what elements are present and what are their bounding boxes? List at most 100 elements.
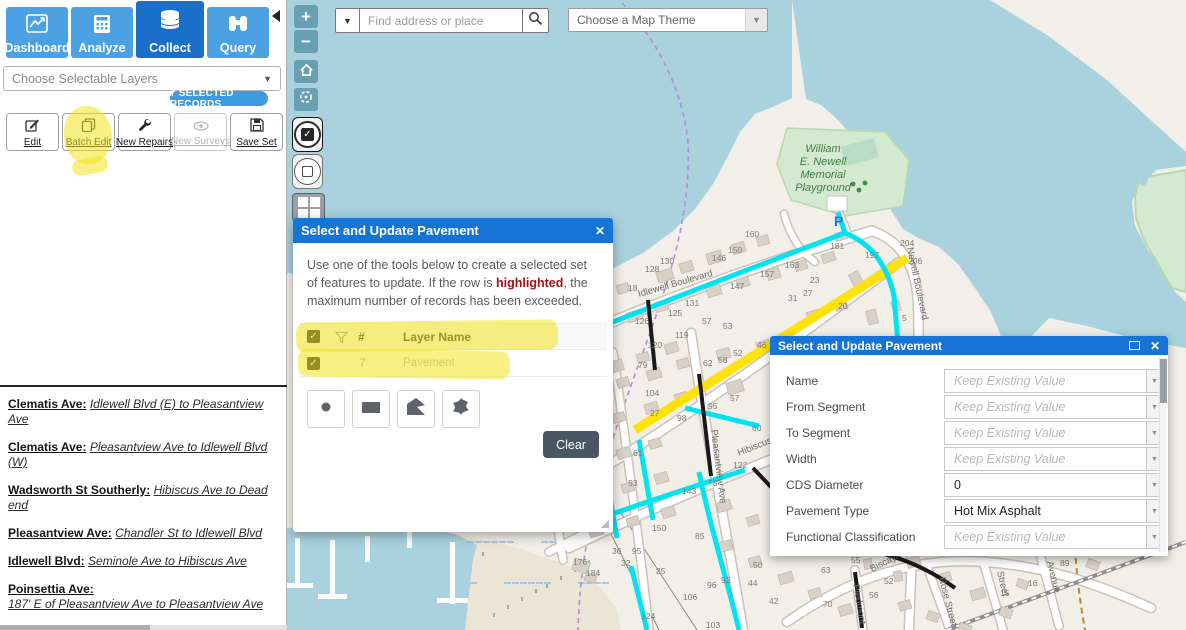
street-link[interactable]: Pleasantview Ave: Chandler St to Idlewel… (8, 526, 281, 541)
tab-label: Dashboard (4, 41, 69, 55)
zoom-in-button[interactable]: + (294, 5, 318, 28)
svg-text:57: 57 (702, 316, 712, 326)
svg-text:122: 122 (733, 460, 747, 470)
svg-text:63: 63 (821, 565, 831, 575)
svg-text:Playground: Playground (795, 182, 852, 194)
field-input[interactable]: Keep Existing Value (944, 525, 1147, 549)
svg-text:53: 53 (723, 321, 733, 331)
rectangle-tool-icon (360, 396, 382, 423)
app-window: 1601501461301281815716318119720420614723… (0, 0, 1186, 630)
wrench-icon (138, 118, 152, 137)
polygon-select-tool[interactable] (397, 390, 435, 428)
dialog-header[interactable]: Select and Update Pavement ✕ (770, 336, 1168, 355)
tab-collect[interactable]: Collect (136, 1, 204, 58)
street-link[interactable]: Clematis Ave: Idlewell Blvd (E) to Pleas… (8, 397, 281, 427)
svg-text:95: 95 (632, 546, 642, 556)
svg-text:146: 146 (712, 253, 726, 263)
close-icon[interactable]: ✕ (595, 224, 605, 238)
checked-checkbox-icon[interactable]: ✓ (307, 357, 320, 370)
svg-text:125: 125 (668, 308, 682, 318)
svg-text:52: 52 (884, 576, 894, 586)
map-theme-select[interactable]: Choose a Map Theme ▼ (568, 8, 768, 32)
new-repairs-button[interactable]: New Repairs (118, 113, 171, 151)
save-set-button[interactable]: Save Set (230, 113, 283, 151)
field-input[interactable]: Hot Mix Asphalt (944, 499, 1147, 523)
close-icon[interactable]: ✕ (1150, 339, 1160, 353)
svg-text:157: 157 (760, 269, 774, 279)
field-label: Pavement Type (786, 504, 869, 518)
freehand-select-tool[interactable] (442, 390, 480, 428)
rectangle-select-button[interactable] (292, 154, 323, 189)
svg-text:119: 119 (675, 330, 689, 340)
locate-button[interactable] (294, 88, 318, 111)
svg-text:98: 98 (677, 413, 687, 423)
tab-analyze[interactable]: Analyze (71, 7, 133, 58)
search-source-caret[interactable]: ▼ (335, 8, 360, 33)
tab-label: Collect (149, 41, 191, 55)
home-button[interactable] (294, 60, 318, 83)
eye-icon (193, 118, 209, 136)
edit-button[interactable]: Edit (6, 113, 59, 151)
binoculars-icon (207, 14, 269, 33)
field-input[interactable]: Keep Existing Value (944, 447, 1147, 471)
field-row: CDS Diameter0▼ (770, 472, 1168, 498)
maximize-icon[interactable] (1129, 341, 1140, 350)
database-icon (136, 9, 204, 31)
layer-name: Pavement (403, 357, 455, 369)
checked-checkbox-icon: ✓ (301, 128, 314, 141)
dialog-header[interactable]: Select and Update Pavement ✕ (293, 218, 613, 243)
field-input[interactable]: 0 (944, 473, 1147, 497)
svg-text:120: 120 (648, 340, 662, 350)
horizontal-scrollbar[interactable] (0, 625, 287, 630)
field-input[interactable]: Keep Existing Value (944, 369, 1147, 393)
selected-records-badge: 7 SELECTED RECORDS (170, 91, 268, 106)
tab-query[interactable]: Query (207, 7, 269, 58)
svg-text:P: P (834, 213, 843, 229)
batch-edit-button[interactable]: Batch Edit (62, 113, 115, 151)
freehand-tool-icon (450, 396, 472, 423)
svg-text:62: 62 (703, 358, 713, 368)
count-column-header: # (358, 330, 365, 344)
layer-column-header: Layer Name (403, 330, 471, 344)
svg-text:58: 58 (718, 355, 728, 365)
tab-dashboard[interactable]: Dashboard (6, 7, 68, 58)
search-input[interactable] (359, 8, 523, 33)
svg-text:126: 126 (635, 316, 649, 326)
search-button[interactable] (522, 8, 549, 33)
layer-table-row-pavement[interactable]: ✓ 7 Pavement (299, 350, 607, 377)
filter-icon[interactable] (335, 331, 348, 349)
svg-text:18: 18 (628, 283, 638, 293)
svg-text:130: 130 (660, 256, 674, 266)
street-link[interactable]: Idlewell Blvd: Seminole Ave to Hibiscus … (8, 554, 281, 569)
svg-text:92: 92 (721, 575, 731, 585)
vertical-scrollbar[interactable] (1159, 357, 1166, 552)
svg-text:50: 50 (753, 560, 763, 570)
polygon-tool-icon (405, 396, 427, 423)
svg-text:42: 42 (769, 596, 779, 606)
collapse-panel-icon[interactable] (272, 10, 280, 22)
svg-text:60: 60 (752, 423, 762, 433)
svg-text:163: 163 (785, 260, 799, 270)
line-chart-icon (6, 14, 68, 33)
grid-icon (298, 197, 308, 207)
svg-text:20: 20 (838, 301, 848, 311)
svg-text:27: 27 (803, 288, 813, 298)
field-row: NameKeep Existing Value▼ (770, 368, 1168, 394)
point-select-tool[interactable] (307, 390, 345, 428)
street-link[interactable]: Poinsettia Ave: 187' E of Pleasantview A… (8, 582, 281, 612)
checked-checkbox-icon[interactable]: ✓ (307, 330, 320, 343)
resize-handle[interactable] (601, 520, 609, 528)
edit-icon (25, 118, 40, 137)
clear-button[interactable]: Clear (543, 431, 599, 458)
select-mode-button[interactable]: ✓ (292, 117, 323, 152)
record-count: 7 (359, 356, 366, 370)
street-link[interactable]: Clematis Ave: Pleasantview Ave to Idlewe… (8, 440, 281, 470)
field-input[interactable]: Keep Existing Value (944, 395, 1147, 419)
floppy-icon (250, 118, 264, 137)
rectangle-select-tool[interactable] (352, 390, 390, 428)
street-link[interactable]: Wadsworth St Southerly: Hibiscus Ave to … (8, 483, 281, 513)
square-icon (302, 166, 313, 177)
field-input[interactable]: Keep Existing Value (944, 421, 1147, 445)
zoom-out-button[interactable]: − (294, 30, 318, 53)
field-row: To SegmentKeep Existing Value▼ (770, 420, 1168, 446)
